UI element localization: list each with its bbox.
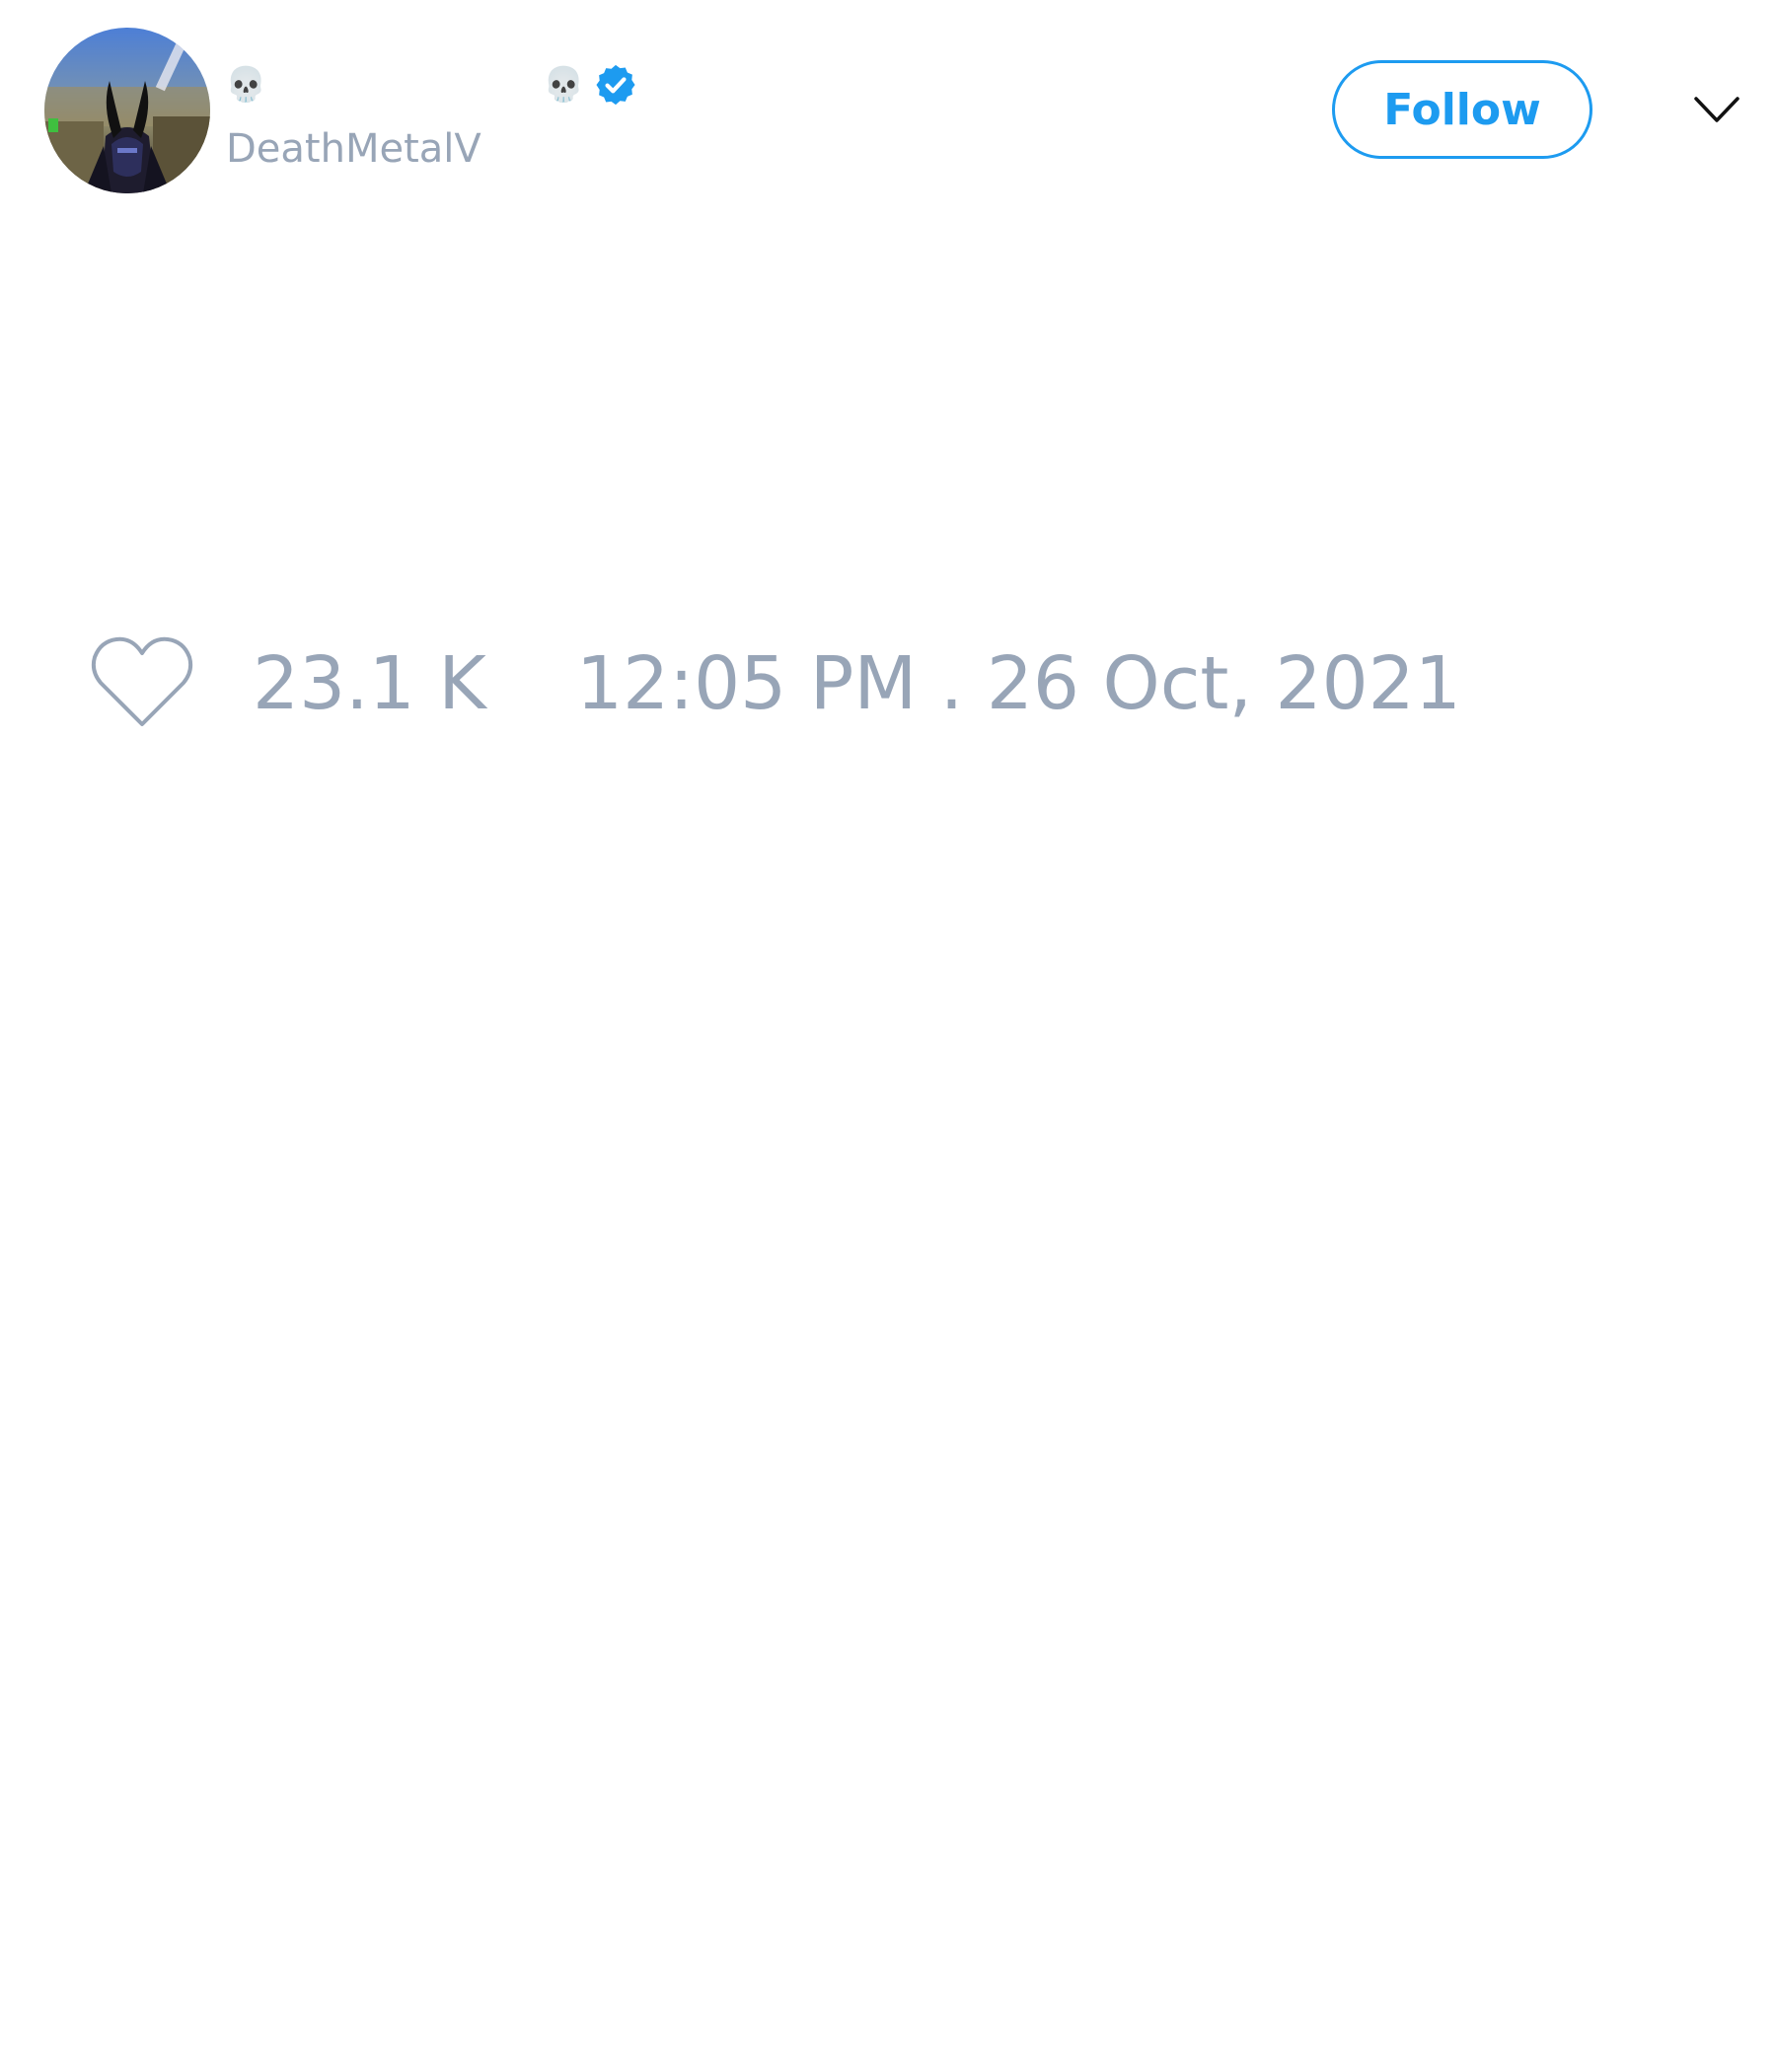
follow-button[interactable]: Follow [1332, 60, 1592, 159]
tweet-timestamp[interactable]: 12:05 PM . 26 Oct, 2021 [576, 639, 1461, 728]
like-count: 23.1 K [253, 641, 486, 726]
avatar-image [44, 28, 210, 193]
display-name[interactable]: 💀 💀 [225, 59, 638, 111]
verified-badge-icon [593, 62, 638, 108]
heart-outline-icon[interactable] [89, 633, 195, 732]
skull-emoji-left: 💀 [225, 65, 267, 105]
avatar[interactable] [44, 28, 210, 193]
chevron-down-icon[interactable] [1692, 91, 1741, 130]
user-handle[interactable]: DeathMetalV [226, 126, 481, 172]
skull-emoji-right: 💀 [543, 65, 585, 105]
